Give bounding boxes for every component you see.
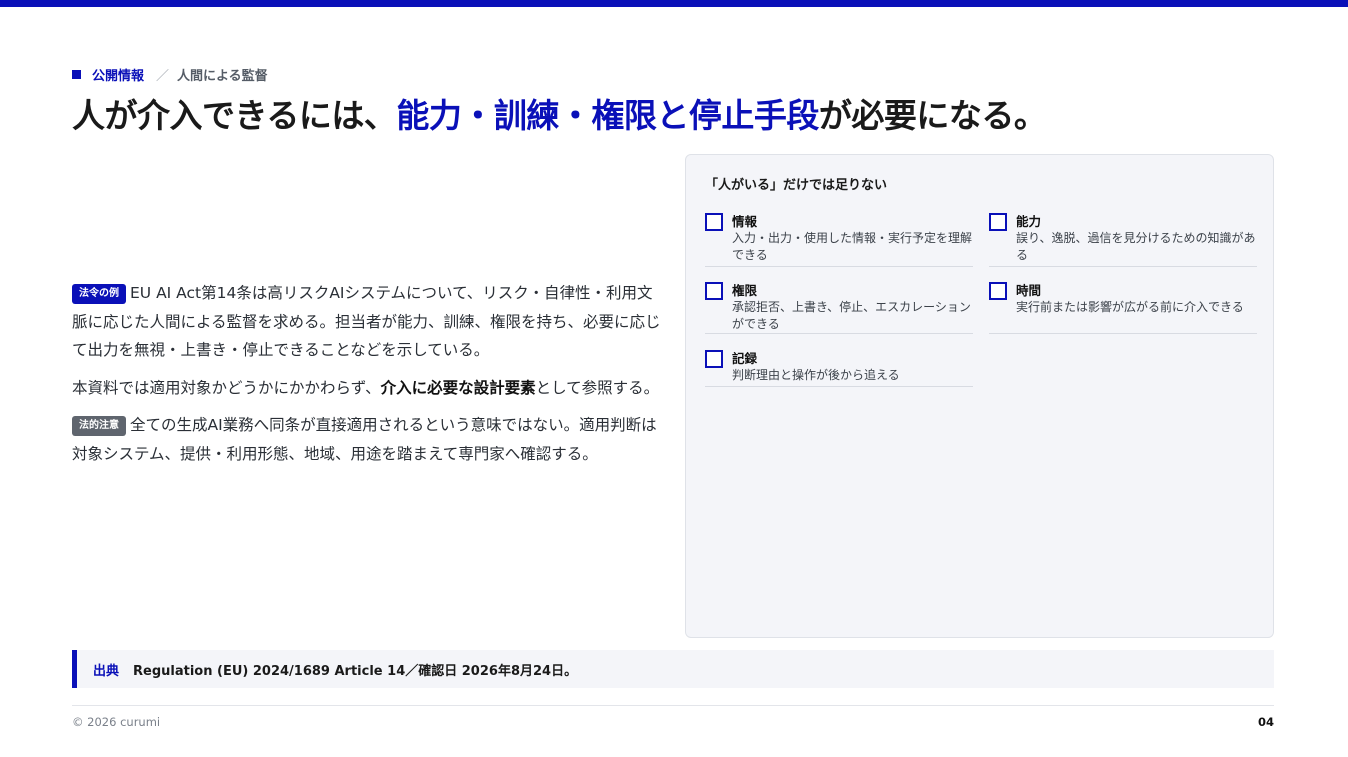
breadcrumb: 公開情報 ／ 人間による監督	[72, 65, 268, 84]
item-title: 時間	[1016, 283, 1042, 298]
source-label: 出典	[93, 663, 120, 679]
checkbox-icon	[989, 282, 1007, 300]
law-example-text: EU AI Act第14条は高リスクAIシステムについて、リスク・自律性・利用文…	[72, 284, 661, 359]
title-highlight: 能力・訓練・権限と停止手段	[396, 96, 819, 135]
title-part-2: が必要になる。	[818, 96, 1047, 135]
legal-note-text: 全ての生成AI業務へ同条が直接適用されるという意味ではない。適用判断は対象システ…	[72, 416, 657, 463]
checklist-item-record: 記録 判断理由と操作が後から追える	[705, 348, 973, 387]
item-description: 判断理由と操作が後から追える	[732, 368, 900, 382]
legal-note-tag: 法的注意	[72, 416, 126, 436]
square-bullet-icon	[72, 69, 81, 79]
checklist-item-authority: 権限 承認拒否、上書き、停止、エスカレーションができる	[705, 280, 973, 334]
item-description: 入力・出力・使用した情報・実行予定を理解できる	[732, 231, 973, 262]
item-title: 権限	[732, 283, 758, 298]
page-number: 04	[1257, 715, 1274, 729]
breadcrumb-section: 人間による監督	[177, 68, 268, 84]
panel-title: 「人がいる」だけでは足りない	[705, 178, 888, 193]
checkbox-icon	[705, 213, 723, 231]
item-description: 誤り、逸脱、過信を見分けるための知識がある	[1016, 231, 1256, 262]
checklist-panel: 「人がいる」だけでは足りない 情報 入力・出力・使用した情報・実行予定を理解でき…	[685, 154, 1274, 638]
paragraph-legal-note: 法的注意 全ての生成AI業務へ同条が直接適用されるという意味ではない。適用判断は対…	[72, 411, 664, 468]
body-text: 法令の例 EU AI Act第14条は高リスクAIシステムについて、リスク・自律性…	[72, 279, 664, 477]
copyright: © 2026 curumi	[72, 715, 161, 729]
law-example-tag: 法令の例	[72, 284, 126, 304]
footer-divider	[72, 705, 1274, 706]
source-text: Regulation (EU) 2024/1689 Article 14／確認日…	[133, 663, 578, 679]
checklist-item-ability: 能力 誤り、逸脱、過信を見分けるための知識がある	[989, 211, 1257, 267]
item-description: 実行前または影響が広がる前に介入できる	[1016, 300, 1244, 314]
checkbox-icon	[705, 350, 723, 368]
item-title: 能力	[1016, 214, 1042, 229]
breadcrumb-separator: ／	[156, 68, 170, 84]
breadcrumb-category: 公開情報	[92, 68, 145, 84]
paragraph-law-example: 法令の例 EU AI Act第14条は高リスクAIシステムについて、リスク・自律性…	[72, 279, 664, 365]
paragraph-scope: 本資料では適用対象かどうかにかかわらず、介入に必要な設計要素として参照する。	[72, 374, 664, 403]
top-accent-bar	[0, 0, 1348, 7]
checkbox-icon	[705, 282, 723, 300]
scope-text-post: として参照する。	[535, 378, 660, 397]
item-title: 記録	[732, 351, 758, 366]
page-title: 人が介入できるには、能力・訓練・権限と停止手段が必要になる。	[72, 94, 1047, 138]
checkbox-icon	[989, 213, 1007, 231]
scope-text-pre: 本資料では適用対象かどうかにかかわらず、	[72, 378, 381, 397]
scope-text-bold: 介入に必要な設計要素	[380, 378, 536, 397]
checklist-item-info: 情報 入力・出力・使用した情報・実行予定を理解できる	[705, 211, 973, 267]
item-title: 情報	[732, 214, 758, 229]
source-citation: 出典 Regulation (EU) 2024/1689 Article 14／…	[72, 650, 1274, 688]
checklist-item-time: 時間 実行前または影響が広がる前に介入できる	[989, 280, 1257, 334]
title-part-1: 人が介入できるには、	[72, 96, 397, 135]
item-description: 承認拒否、上書き、停止、エスカレーションができる	[732, 300, 971, 331]
